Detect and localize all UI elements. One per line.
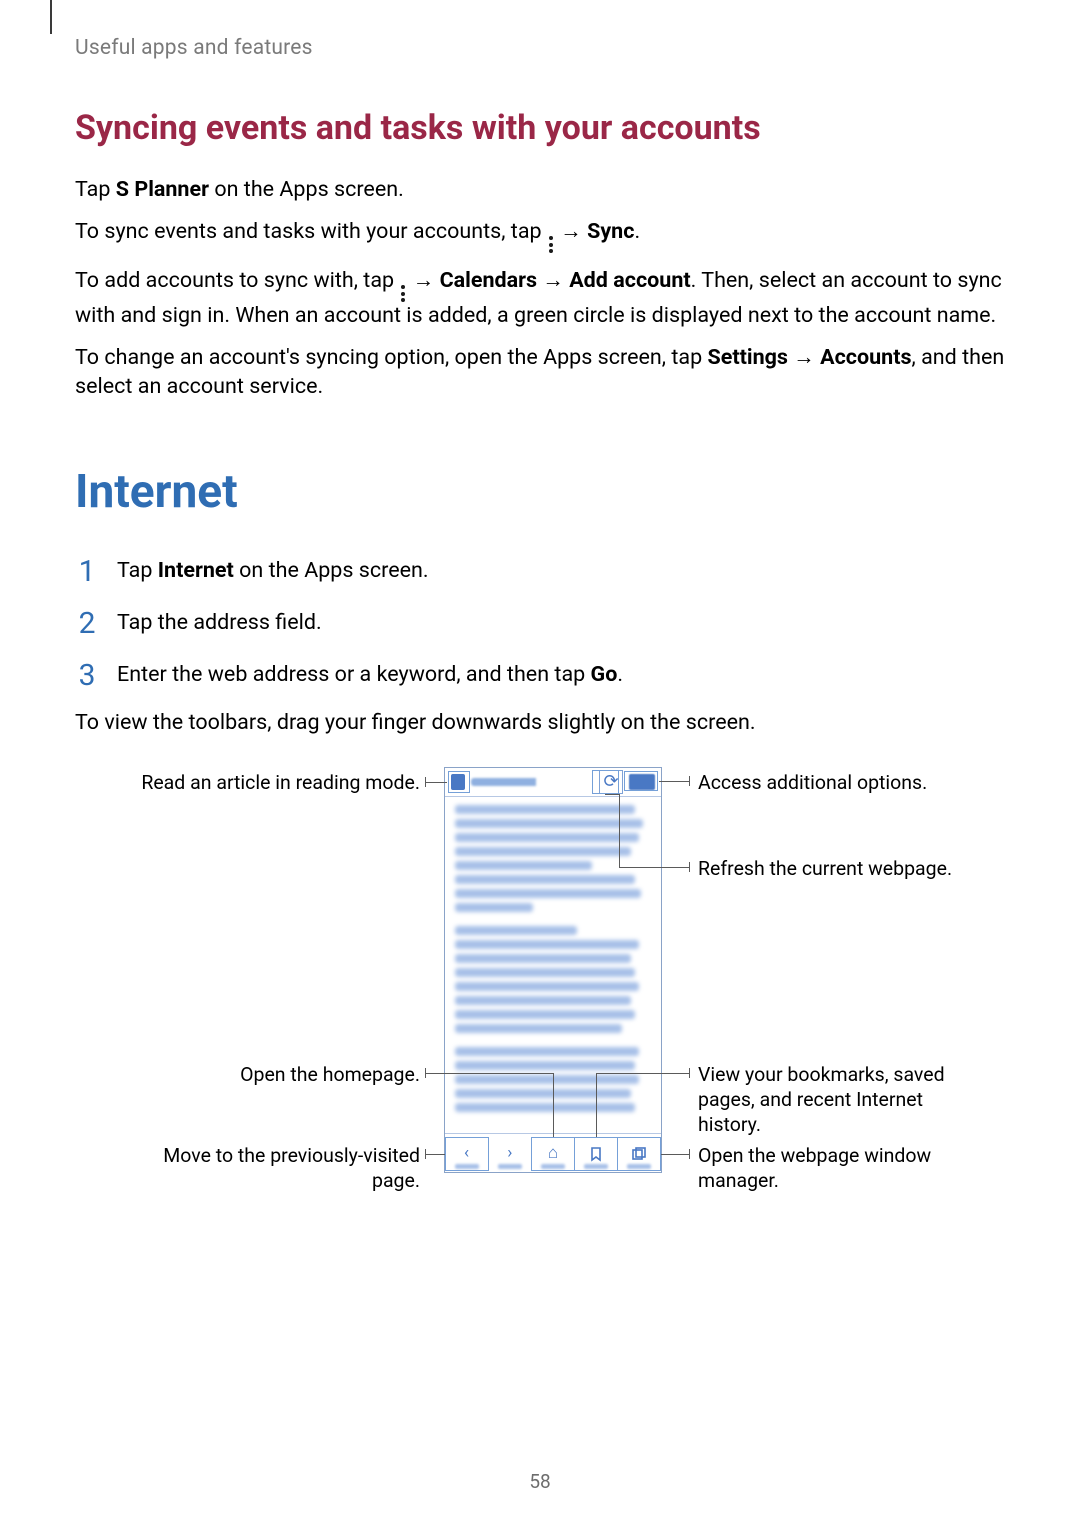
callout-refresh: Refresh the current webpage. xyxy=(698,857,952,882)
bold-calendars: Calendars xyxy=(440,268,537,293)
address-bar xyxy=(471,778,589,786)
chevron-left-icon: ‹ xyxy=(458,1146,476,1162)
step-number: 2 xyxy=(75,609,99,639)
lead xyxy=(425,1154,445,1155)
text: Enter the web address or a keyword, and … xyxy=(117,662,591,687)
text: on the Apps screen. xyxy=(234,558,429,583)
lead-tick xyxy=(689,1149,690,1159)
callout-more: Access additional options. xyxy=(698,771,927,796)
nav-bookmarks xyxy=(581,1146,611,1169)
page-header: Useful apps and features xyxy=(75,36,1005,60)
bold-internet: Internet xyxy=(158,558,234,583)
lead xyxy=(425,782,447,783)
text: To sync events and tasks with your accou… xyxy=(75,219,547,244)
callout-reader: Read an article in reading mode. xyxy=(124,771,420,796)
more-menu-icon xyxy=(629,774,655,790)
section-sync-title: Syncing events and tasks with your accou… xyxy=(75,108,1005,148)
section-internet-title: Internet xyxy=(75,465,1005,519)
lead xyxy=(661,1154,689,1155)
bold-go: Go xyxy=(591,662,618,687)
text: Tap xyxy=(117,558,158,583)
lead-v xyxy=(619,794,620,868)
step-3: 3 Enter the web address or a keyword, an… xyxy=(75,657,1005,689)
lead-v xyxy=(596,1073,597,1137)
side-rule xyxy=(50,0,52,34)
text: To add accounts to sync with, tap xyxy=(75,268,399,293)
more-options-icon xyxy=(549,236,553,253)
callout-windows: Open the webpage window manager. xyxy=(698,1144,978,1194)
arrow-icon: → xyxy=(788,345,820,370)
sync-p2: To sync events and tasks with your accou… xyxy=(75,218,1005,253)
internet-after-text: To view the toolbars, drag your finger d… xyxy=(75,709,1005,737)
lead-v xyxy=(553,1073,554,1137)
callout-home: Open the homepage. xyxy=(124,1063,420,1088)
sync-p3: To add accounts to sync with, tap → Cale… xyxy=(75,267,1005,330)
bold-add-account: Add account xyxy=(569,268,690,293)
step-2: 2 Tap the address field. xyxy=(75,605,1005,637)
windows-icon xyxy=(630,1146,648,1162)
lead xyxy=(425,1073,553,1074)
internet-steps: 1 Tap Internet on the Apps screen. 2 Tap… xyxy=(75,553,1005,689)
text: . xyxy=(617,662,623,687)
text: on the Apps screen. xyxy=(209,177,404,202)
nav-home: ⌂ xyxy=(538,1146,568,1169)
lead xyxy=(659,781,689,782)
reader-mode-icon xyxy=(451,774,465,790)
lead-tick xyxy=(425,777,426,787)
phone-topbar: ⟳ xyxy=(445,768,661,797)
bookmark-icon xyxy=(587,1146,605,1162)
arrow-icon: → xyxy=(555,219,587,244)
lead-tick xyxy=(425,1068,426,1078)
sync-p1: Tap S Planner on the Apps screen. xyxy=(75,176,1005,204)
sync-p4: To change an account's syncing option, o… xyxy=(75,344,1005,401)
page-number: 58 xyxy=(0,1470,1080,1493)
refresh-icon: ⟳ xyxy=(599,770,623,794)
more-options-icon xyxy=(401,285,405,302)
lead-tick xyxy=(689,776,690,786)
callout-back: Move to the previously-visited page. xyxy=(124,1144,420,1194)
phone-nav: ‹ › ⌂ xyxy=(445,1133,661,1177)
text: To change an account's syncing option, o… xyxy=(75,345,708,370)
text: Tap xyxy=(75,177,116,202)
arrow-icon: → xyxy=(407,268,439,293)
step-1: 1 Tap Internet on the Apps screen. xyxy=(75,553,1005,585)
bold-splanner: S Planner xyxy=(116,177,209,202)
lead-tick xyxy=(689,1068,690,1078)
lead xyxy=(619,867,689,868)
lead-tick xyxy=(689,862,690,872)
callout-bookmarks: View your bookmarks, saved pages, and re… xyxy=(698,1063,978,1138)
step-number: 3 xyxy=(75,661,99,691)
home-icon: ⌂ xyxy=(544,1146,562,1162)
nav-back: ‹ xyxy=(452,1146,482,1169)
internet-diagram: ⟳ xyxy=(80,763,1000,1183)
nav-windows xyxy=(624,1146,654,1169)
bold-sync: Sync xyxy=(587,219,634,244)
arrow-icon: → xyxy=(537,268,569,293)
chevron-right-icon: › xyxy=(501,1146,519,1162)
lead-h xyxy=(605,794,620,795)
step-number: 1 xyxy=(75,557,99,587)
text: . xyxy=(634,219,640,244)
nav-forward: › xyxy=(495,1146,525,1169)
text: Tap the address field. xyxy=(117,609,322,637)
lead xyxy=(596,1073,689,1074)
bold-accounts: Accounts xyxy=(820,345,911,370)
lead-tick xyxy=(425,1149,426,1159)
bold-settings: Settings xyxy=(708,345,788,370)
